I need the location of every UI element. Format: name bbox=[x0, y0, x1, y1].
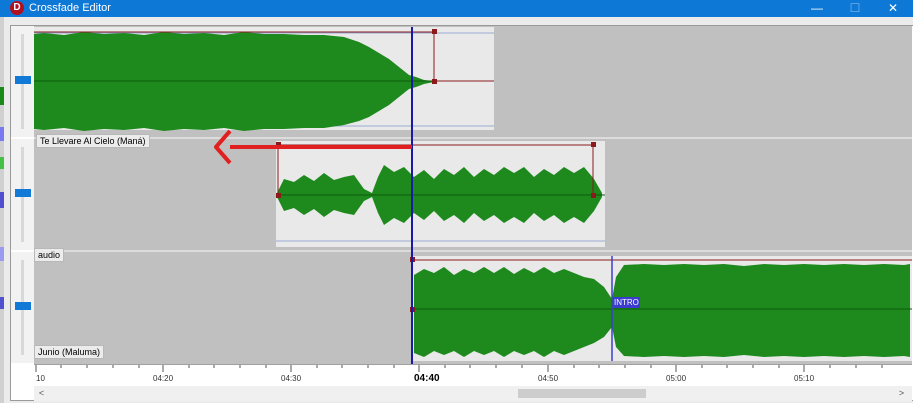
crossfade-editor: Te Llevare Al Cielo (Maná) audio Junio (… bbox=[4, 17, 913, 403]
ruler-tick-label: 05:10 bbox=[794, 374, 815, 383]
clip-3[interactable] bbox=[410, 256, 912, 361]
clip-1-fade-handle[interactable] bbox=[432, 29, 437, 34]
track-3-title: Junio (Maluma) bbox=[34, 345, 105, 359]
clip-2[interactable] bbox=[276, 141, 605, 247]
maximize-button[interactable]: ☐ bbox=[835, 0, 875, 17]
window-title: Crossfade Editor bbox=[29, 2, 111, 14]
clip-2-envelope-point bbox=[276, 193, 281, 198]
minimize-button[interactable]: — bbox=[797, 0, 837, 17]
waveform-canvas bbox=[34, 27, 912, 383]
title-bar: D Crossfade Editor — ☐ ✕ bbox=[0, 0, 913, 17]
timeline-ruler[interactable]: 10 04:20 04:30 04:40 04:50 05:00 05:10 bbox=[34, 364, 912, 387]
clip-2-fade-handle[interactable] bbox=[591, 142, 596, 147]
close-button[interactable]: ✕ bbox=[873, 0, 913, 17]
intro-marker-label: INTRO bbox=[614, 298, 639, 307]
ruler-tick-label: 04:20 bbox=[153, 374, 174, 383]
ruler-tick-label: 10 bbox=[36, 374, 45, 383]
playhead-time-label: 04:40 bbox=[414, 373, 440, 384]
scroll-left-button[interactable]: < bbox=[34, 386, 49, 401]
app-logo-icon: D bbox=[10, 1, 24, 15]
scroll-right-button[interactable]: > bbox=[894, 386, 909, 401]
clip-1-end-handle[interactable] bbox=[432, 79, 437, 84]
clip-3-waveform bbox=[414, 264, 910, 357]
clip-1[interactable] bbox=[34, 27, 494, 131]
scrollbar-thumb[interactable] bbox=[518, 389, 646, 398]
ruler-tick-label: 04:30 bbox=[281, 374, 302, 383]
ruler-tick-label: 04:50 bbox=[538, 374, 559, 383]
horizontal-scrollbar[interactable]: < > bbox=[34, 386, 912, 401]
clip-2-envelope-point bbox=[591, 193, 596, 198]
ruler-tick-label: 05:00 bbox=[666, 374, 687, 383]
track-2-title: audio bbox=[34, 248, 65, 262]
track-1-title: Te Llevare Al Cielo (Maná) bbox=[36, 134, 150, 148]
